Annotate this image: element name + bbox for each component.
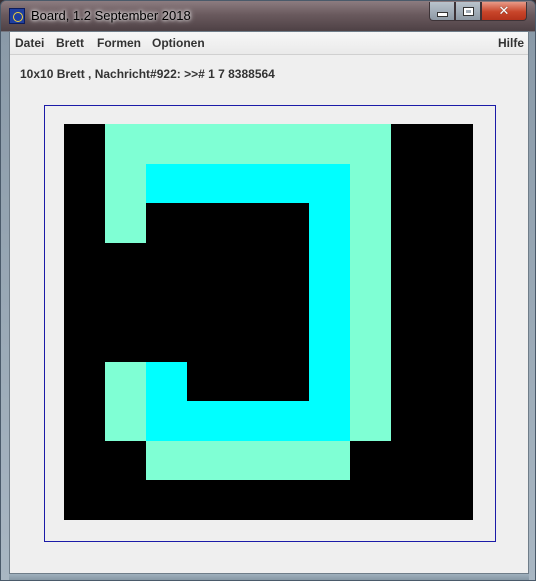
board-cell-2-6[interactable]	[309, 203, 350, 243]
board-cell-3-6[interactable]	[309, 243, 350, 282]
board-cell-0-1[interactable]	[105, 124, 146, 164]
board-cell-8-2[interactable]	[146, 441, 187, 480]
board-cell-7-1[interactable]	[105, 401, 146, 441]
board-cell-1-2[interactable]	[146, 164, 187, 203]
board-cell-7-3[interactable]	[187, 401, 228, 441]
menu-formen[interactable]: Formen	[97, 36, 141, 50]
board-cell-7-4[interactable]	[228, 401, 269, 441]
status-message: 10x10 Brett , Nachricht#922: >># 1 7 838…	[20, 67, 275, 81]
board-cell-1-3[interactable]	[187, 164, 228, 203]
menu-brett[interactable]: Brett	[56, 36, 84, 50]
maximize-button[interactable]	[455, 2, 481, 21]
board-cell-0-5[interactable]	[269, 124, 309, 164]
maximize-icon	[463, 7, 473, 15]
board-cell-0-4[interactable]	[228, 124, 269, 164]
board-cell-5-6[interactable]	[309, 322, 350, 362]
window-title: Board, 1.2 September 2018	[31, 8, 191, 23]
board-cell-8-5[interactable]	[269, 441, 309, 480]
board-cell-2-1[interactable]	[105, 203, 146, 243]
board-cell-6-1[interactable]	[105, 362, 146, 401]
board-cell-0-6[interactable]	[309, 124, 350, 164]
board-cell-1-6[interactable]	[309, 164, 350, 203]
board-cell-7-6[interactable]	[309, 401, 350, 441]
board-cell-6-2[interactable]	[146, 362, 187, 401]
minimize-button[interactable]	[429, 2, 455, 21]
board-cell-7-2[interactable]	[146, 401, 187, 441]
board-cell-8-4[interactable]	[228, 441, 269, 480]
board-cell-3-7[interactable]	[350, 243, 391, 282]
title-bar[interactable]: Board, 1.2 September 2018 ✕	[1, 1, 535, 31]
board-cell-4-7[interactable]	[350, 282, 391, 322]
board-cell-7-5[interactable]	[269, 401, 309, 441]
menu-hilfe[interactable]: Hilfe	[498, 36, 524, 50]
close-icon: ✕	[498, 3, 510, 19]
window-bottom-border	[9, 574, 529, 580]
board-frame	[44, 105, 496, 542]
app-window: Board, 1.2 September 2018 ✕ Datei Brett …	[0, 0, 536, 581]
board-cell-0-2[interactable]	[146, 124, 187, 164]
board-cell-0-7[interactable]	[350, 124, 391, 164]
board-cell-2-7[interactable]	[350, 203, 391, 243]
board-cell-5-7[interactable]	[350, 322, 391, 362]
board-cell-7-7[interactable]	[350, 401, 391, 441]
board-cell-6-6[interactable]	[309, 362, 350, 401]
menu-bar: Datei Brett Formen Optionen Hilfe	[10, 32, 528, 55]
board-cell-1-5[interactable]	[269, 164, 309, 203]
minimize-icon	[436, 12, 448, 17]
board-cell-1-1[interactable]	[105, 164, 146, 203]
board-cell-8-6[interactable]	[309, 441, 350, 480]
close-button[interactable]: ✕	[481, 2, 527, 21]
board-cell-1-7[interactable]	[350, 164, 391, 203]
board-cell-4-6[interactable]	[309, 282, 350, 322]
board-cell-8-3[interactable]	[187, 441, 228, 480]
board-cell-0-3[interactable]	[187, 124, 228, 164]
board-cell-6-7[interactable]	[350, 362, 391, 401]
menu-datei[interactable]: Datei	[15, 36, 44, 50]
game-board[interactable]	[64, 124, 473, 520]
menu-optionen[interactable]: Optionen	[152, 36, 205, 50]
board-cell-1-4[interactable]	[228, 164, 269, 203]
app-icon[interactable]	[9, 8, 25, 24]
client-area: Datei Brett Formen Optionen Hilfe 10x10 …	[9, 31, 529, 574]
